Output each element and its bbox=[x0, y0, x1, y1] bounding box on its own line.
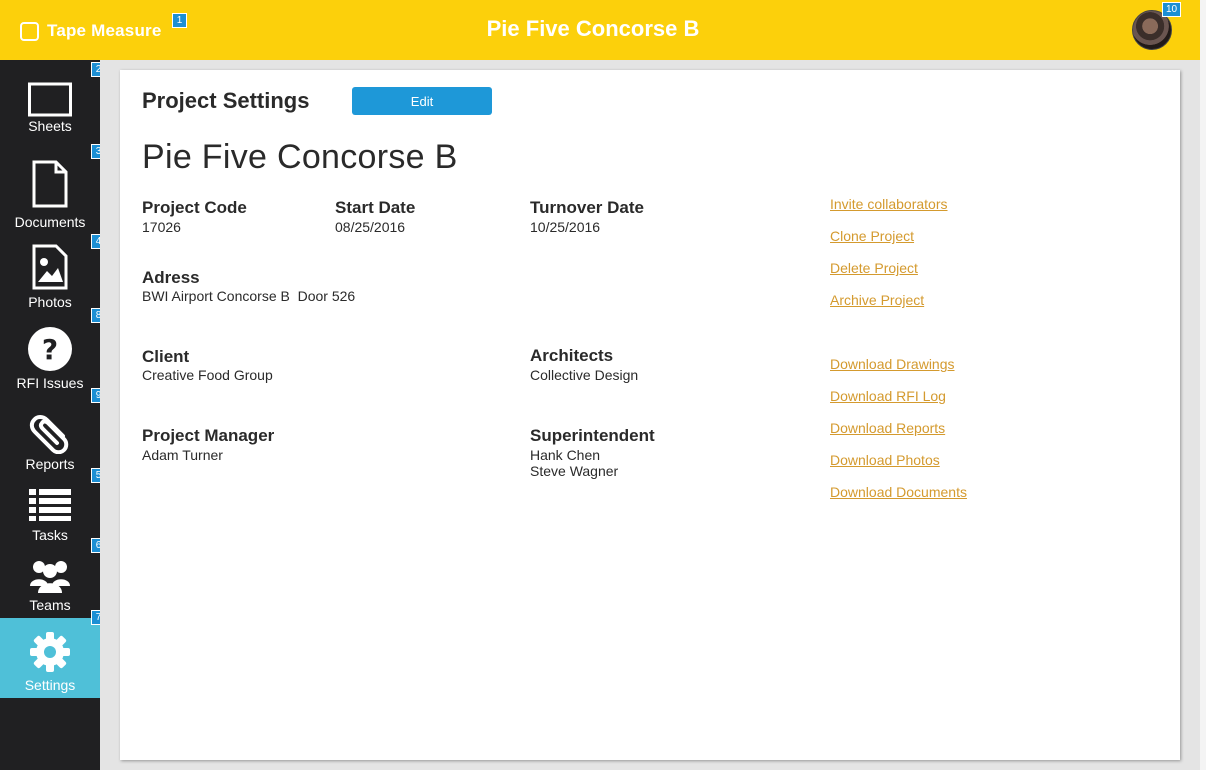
sidebar-item-reports[interactable]: Reports bbox=[0, 406, 100, 474]
sheets-icon bbox=[28, 82, 72, 117]
address-value: BWI Airport Concorse B Door 526 bbox=[142, 288, 356, 304]
start-date-value: 08/25/2016 bbox=[335, 219, 406, 235]
sidebar-item-rfi-issues[interactable]: ? RFI Issues bbox=[0, 326, 100, 394]
sidebar-item-label: Sheets bbox=[28, 118, 72, 134]
turnover-date-label: Turnover Date bbox=[530, 198, 644, 217]
superintendent-value: Steve Wagner bbox=[530, 463, 619, 479]
sidebar-item-label: Reports bbox=[25, 456, 75, 472]
download-photos-link[interactable]: Download Photos bbox=[830, 452, 940, 468]
download-documents-link[interactable]: Download Documents bbox=[830, 484, 967, 500]
project-code-label: Project Code bbox=[142, 198, 247, 217]
superintendent-label: Superintendent bbox=[530, 426, 655, 445]
sidebar-item-label: Photos bbox=[28, 294, 72, 310]
download-rfi-log-link[interactable]: Download RFI Log bbox=[830, 388, 946, 404]
sidebar-item-label: RFI Issues bbox=[16, 375, 84, 391]
clone-project-link[interactable]: Clone Project bbox=[830, 228, 914, 244]
sidebar-item-label: Documents bbox=[14, 214, 86, 230]
project-code-value: 17026 bbox=[142, 219, 181, 235]
list-icon bbox=[29, 489, 71, 521]
logo-badge: 1 bbox=[172, 13, 187, 28]
sidebar-item-tasks[interactable]: Tasks bbox=[0, 488, 100, 544]
sidebar-item-teams[interactable]: Teams bbox=[0, 558, 100, 614]
top-bar: Tape Measure Pie Five Concorse B bbox=[0, 0, 1200, 60]
sidebar-item-photos[interactable]: Photos bbox=[0, 244, 100, 312]
download-drawings-link[interactable]: Download Drawings bbox=[830, 356, 955, 372]
sidebar-item-settings[interactable]: Settings bbox=[0, 618, 100, 698]
photo-icon bbox=[32, 244, 68, 290]
project-manager-label: Project Manager bbox=[142, 426, 275, 445]
turnover-date-value: 10/25/2016 bbox=[530, 219, 601, 235]
delete-project-link[interactable]: Delete Project bbox=[830, 260, 918, 276]
paperclip-icon bbox=[29, 415, 69, 454]
project-name: Pie Five Concorse B bbox=[142, 138, 458, 176]
superintendent-value: Hank Chen bbox=[530, 447, 601, 463]
svg-text:?: ? bbox=[42, 333, 58, 366]
gear-icon bbox=[30, 632, 70, 672]
document-icon bbox=[32, 160, 68, 208]
sidebar-item-sheets[interactable]: Sheets bbox=[0, 80, 100, 142]
client-value: Creative Food Group bbox=[142, 367, 273, 383]
question-icon: ? bbox=[28, 327, 72, 371]
sidebar-item-label: Settings bbox=[24, 677, 76, 693]
download-reports-link[interactable]: Download Reports bbox=[830, 420, 945, 436]
address-label: Adress bbox=[142, 268, 200, 287]
scrollbar[interactable] bbox=[1200, 0, 1206, 770]
archive-project-link[interactable]: Archive Project bbox=[830, 292, 924, 308]
project-manager-value: Adam Turner bbox=[142, 447, 223, 463]
invite-collaborators-link[interactable]: Invite collaborators bbox=[830, 196, 948, 212]
avatar-badge: 10 bbox=[1162, 2, 1182, 17]
client-label: Client bbox=[142, 347, 190, 366]
architects-value: Collective Design bbox=[530, 367, 639, 383]
sidebar-item-label: Teams bbox=[29, 597, 71, 613]
sidebar-item-documents[interactable]: Documents bbox=[0, 160, 100, 230]
team-icon bbox=[30, 561, 70, 593]
start-date-label: Start Date bbox=[335, 198, 416, 217]
architects-label: Architects bbox=[530, 346, 614, 365]
sidebar-item-label: Tasks bbox=[32, 527, 68, 543]
edit-button[interactable]: Edit bbox=[352, 87, 492, 115]
section-title: Project Settings bbox=[142, 88, 310, 113]
